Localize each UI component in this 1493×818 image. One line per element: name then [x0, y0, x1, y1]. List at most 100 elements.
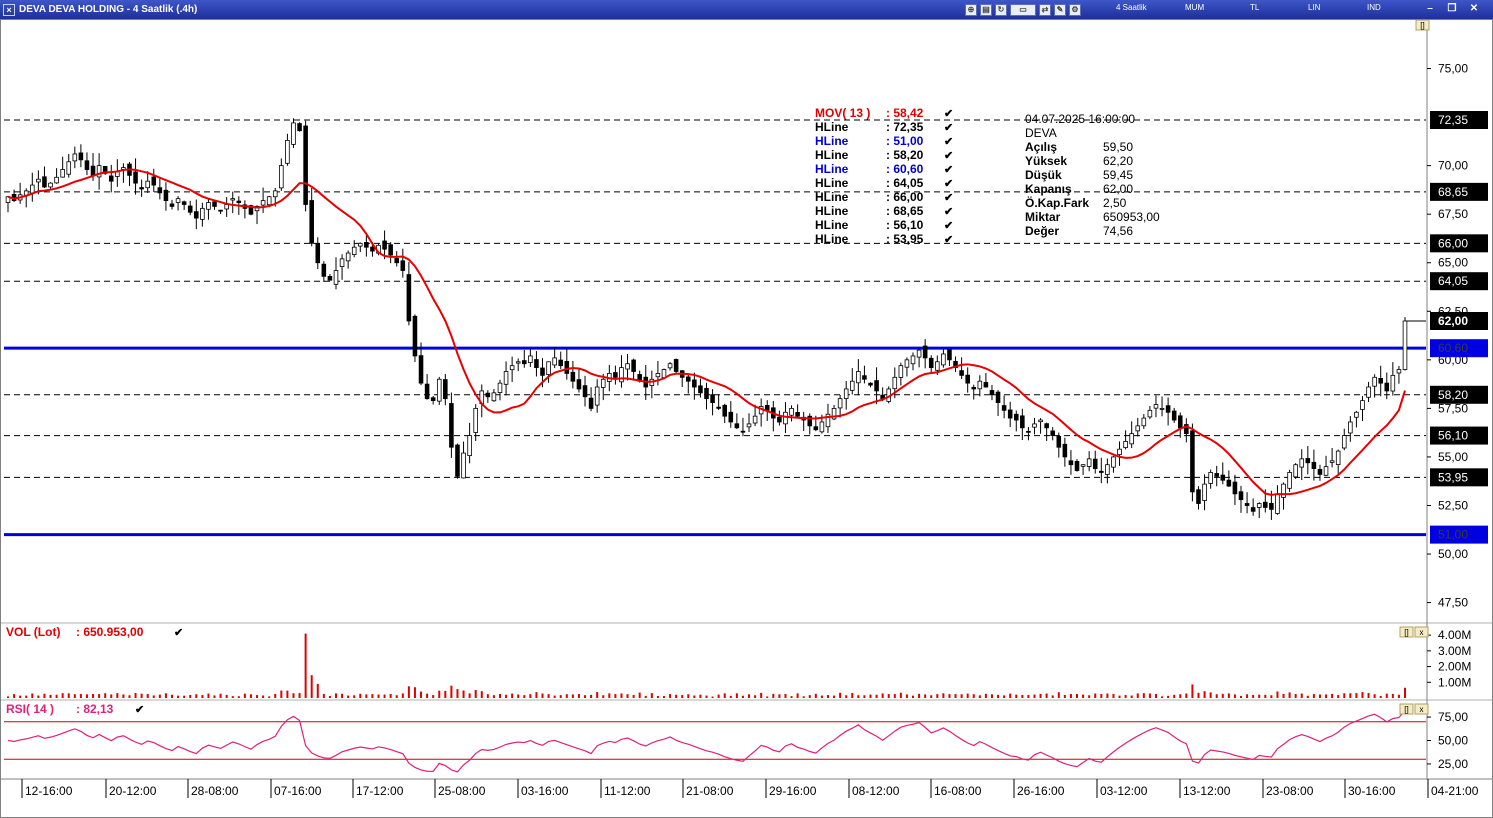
- volume-panel-button-label: []: [1404, 628, 1408, 637]
- candle-body: [224, 204, 229, 210]
- candle-body: [382, 240, 387, 250]
- candle-body: [467, 435, 472, 457]
- candle-body: [473, 407, 478, 433]
- legend-value: : 66,00: [886, 190, 924, 204]
- candle-body: [734, 423, 740, 429]
- candle-body: [42, 176, 47, 188]
- price-tick-label: 70,00: [1438, 159, 1468, 173]
- volume-tick-label: 1.00M: [1438, 675, 1471, 689]
- candle-body: [30, 184, 35, 194]
- candle-body: [388, 244, 393, 256]
- legend-value: : 51,00: [886, 134, 924, 148]
- x-tick-label: 03-12:00: [1100, 784, 1148, 798]
- candle-body: [187, 205, 193, 213]
- candle-body: [613, 372, 618, 378]
- candle-body: [898, 365, 904, 378]
- x-tick-label: 07-16:00: [274, 784, 322, 798]
- candle-body: [661, 369, 667, 379]
- candle-body: [60, 169, 65, 178]
- x-tick-label: 28-08:00: [191, 784, 239, 798]
- candle-body: [965, 374, 970, 384]
- candles: [5, 118, 1408, 520]
- rsi-line: [7, 709, 1406, 773]
- info-label: Düşük: [1025, 168, 1062, 182]
- legend-label: HLine: [815, 204, 849, 218]
- candle-body: [570, 371, 576, 382]
- candle-body: [272, 190, 278, 198]
- legend-label: HLine: [815, 218, 849, 232]
- legend-check-icon: ✔: [944, 136, 953, 148]
- candle-body: [1226, 479, 1232, 487]
- candle-body: [48, 182, 53, 188]
- info-label: Değer: [1025, 224, 1059, 238]
- axes: 75,0070,0067,5065,0062,5060,0057,5055,00…: [0, 19, 1493, 798]
- candle-body: [983, 382, 989, 388]
- price-tag-label: 51,00: [1438, 528, 1468, 542]
- x-tick-label: 30-16:00: [1348, 784, 1396, 798]
- rsi-tick-label: 25,00: [1438, 757, 1468, 771]
- info-value: 74,56: [1103, 224, 1133, 238]
- legend-check-icon: ✔: [944, 150, 953, 162]
- candle-body: [728, 411, 734, 423]
- candle-body: [1196, 489, 1201, 504]
- candle-body: [1177, 415, 1183, 429]
- rsi-line: [4, 709, 1426, 773]
- candle-body: [72, 153, 78, 162]
- legend-value: : 53,95: [886, 232, 924, 246]
- legend-label: HLine: [815, 120, 849, 134]
- candle-body: [1092, 458, 1098, 469]
- candle-body: [364, 242, 369, 248]
- candle-body: [194, 211, 199, 219]
- candle-body: [66, 161, 72, 175]
- candle-body: [1099, 470, 1104, 473]
- candle-body: [1111, 456, 1116, 468]
- price-tick-label: 65,00: [1438, 256, 1468, 270]
- candle-body: [1275, 493, 1280, 514]
- candle-body: [285, 139, 290, 164]
- candle-body: [1341, 435, 1347, 449]
- candle-body: [716, 406, 721, 409]
- rsi-tick-label: 75,00: [1438, 710, 1468, 724]
- candle-body: [1232, 481, 1238, 495]
- candle-body: [327, 276, 333, 281]
- candle-body: [1238, 491, 1244, 501]
- candle-body: [145, 180, 150, 189]
- candle-body: [576, 379, 582, 390]
- candle-body: [1080, 464, 1086, 467]
- chart-canvas[interactable]: 75,0070,0067,5065,0062,5060,0057,5055,00…: [0, 0, 1493, 818]
- candle-body: [54, 176, 59, 184]
- candle-body: [1123, 440, 1128, 448]
- rsi-legend-label: RSI( 14 ): [6, 702, 54, 716]
- candle-body: [667, 363, 673, 369]
- candle-body: [1390, 374, 1396, 392]
- candle-body: [1269, 503, 1274, 510]
- info-label: Açılış: [1025, 140, 1057, 154]
- candle-body: [1086, 458, 1092, 467]
- candle-body: [928, 357, 934, 369]
- candle-body: [1202, 483, 1207, 501]
- candle-body: [995, 391, 1001, 403]
- price-panel-button-label: []: [1420, 21, 1424, 30]
- candle-body: [455, 444, 460, 477]
- legend-check-icon: ✔: [944, 192, 953, 204]
- x-tick-label: 23-08:00: [1266, 784, 1314, 798]
- last-price-label: 62,00: [1438, 314, 1468, 328]
- legend-label: HLine: [815, 176, 849, 190]
- candle-body: [837, 398, 843, 409]
- candle-body: [1299, 458, 1305, 468]
- candle-body: [485, 392, 491, 398]
- candle-body: [412, 315, 418, 357]
- candle-body: [1147, 409, 1153, 418]
- legend-check-icon: ✔: [944, 220, 953, 232]
- candle-body: [1190, 430, 1195, 493]
- legend-check-icon: ✔: [944, 206, 953, 218]
- candle-body: [1244, 503, 1250, 506]
- candle-body: [710, 394, 715, 403]
- candle-body: [521, 360, 527, 365]
- candle-body: [813, 426, 819, 431]
- candle-body: [1141, 417, 1147, 427]
- candle-body: [151, 176, 157, 186]
- candle-body: [1293, 464, 1298, 478]
- candle-body: [740, 430, 746, 433]
- info-label: Ö.Kap.Fark: [1025, 195, 1089, 210]
